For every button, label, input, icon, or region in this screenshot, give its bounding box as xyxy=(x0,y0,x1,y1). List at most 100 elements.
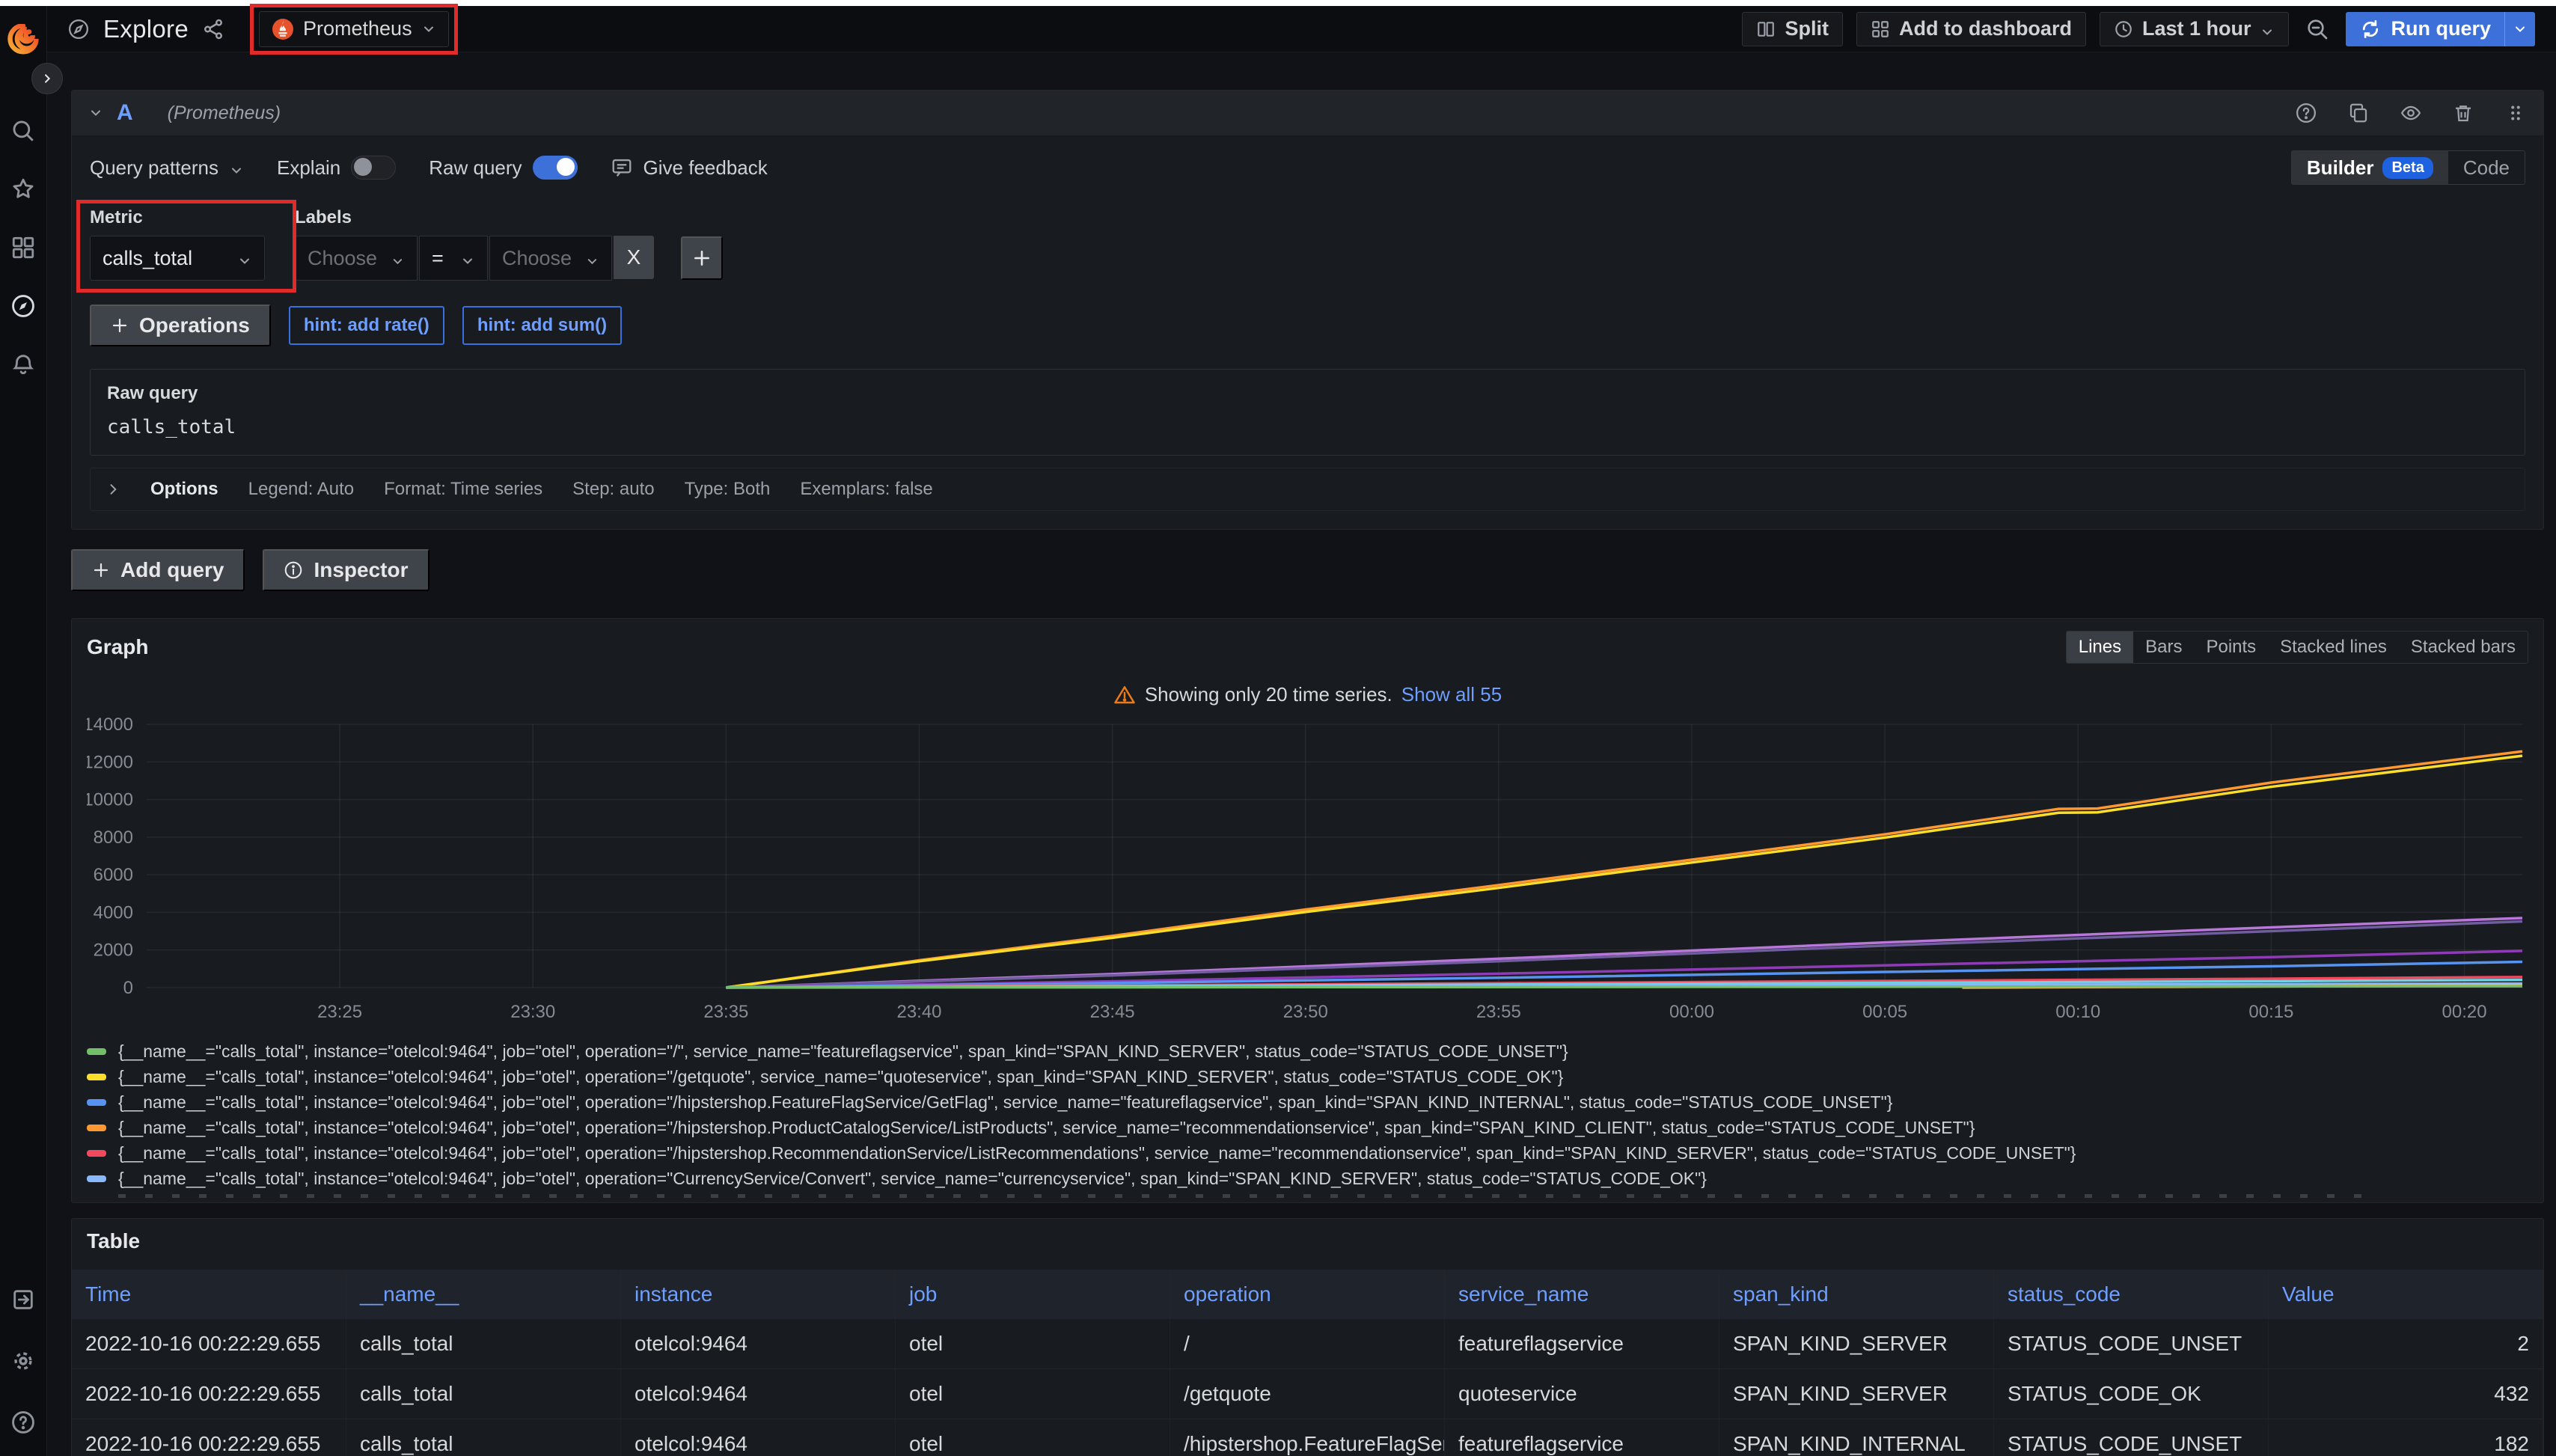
datasource-picker[interactable]: Prometheus xyxy=(259,11,449,47)
graph-mode-button[interactable]: Stacked lines xyxy=(2268,631,2399,663)
zoom-out-button[interactable] xyxy=(2302,12,2332,46)
legend-item[interactable]: {__name__="calls_total", instance="otelc… xyxy=(87,1039,2528,1064)
split-button[interactable]: Split xyxy=(1742,12,1843,46)
legend-item[interactable]: {__name__="calls_total", instance="otelc… xyxy=(87,1166,2528,1191)
graph-mode-button[interactable]: Points xyxy=(2194,631,2268,663)
share-alt-icon[interactable] xyxy=(202,18,224,40)
topbar-right: Split Add to dashboard Last 1 hour xyxy=(1742,12,2535,46)
table-row: 2022-10-16 00:22:29.655 calls_total otel… xyxy=(72,1319,2543,1369)
option-summary-item: Exemplars: false xyxy=(800,479,932,500)
remove-label-filter-button[interactable]: X xyxy=(614,236,654,279)
query-row-header[interactable]: A (Prometheus) xyxy=(72,91,2543,135)
comment-icon xyxy=(611,156,633,179)
run-query-button[interactable]: Run query xyxy=(2346,12,2535,46)
star-icon[interactable] xyxy=(10,177,36,202)
plus-icon xyxy=(111,316,129,334)
cell-service-name: featureflagservice xyxy=(1445,1419,1719,1456)
svg-text:14000: 14000 xyxy=(87,715,133,735)
drag-handle-icon[interactable] xyxy=(2504,102,2527,124)
label-operator-select[interactable]: = xyxy=(419,236,488,281)
label-operator: = xyxy=(432,247,444,270)
options-label: Options xyxy=(150,479,218,500)
table-column-header[interactable]: job xyxy=(896,1270,1170,1319)
graph-canvas[interactable]: 0200040006000800010000120001400023:2523:… xyxy=(87,714,2528,1028)
cell-service-name: featureflagservice xyxy=(1445,1319,1719,1368)
copy-icon[interactable] xyxy=(2347,102,2370,124)
cell-value: 182 xyxy=(2269,1419,2543,1456)
builder-mode-button[interactable]: Builder Beta xyxy=(2292,151,2448,184)
help-circle-icon[interactable] xyxy=(2295,102,2317,124)
metric-select[interactable]: calls_total xyxy=(90,236,265,281)
help-icon[interactable] xyxy=(10,1410,36,1435)
caret-down-icon xyxy=(2260,22,2275,37)
raw-query-toggle[interactable] xyxy=(533,156,578,180)
run-query-caret[interactable] xyxy=(2504,12,2535,46)
option-summary-item: Format: Time series xyxy=(384,479,542,500)
raw-query-section: Raw query calls_total xyxy=(90,369,2525,456)
legend-item-clipped xyxy=(118,1194,2364,1198)
legend-label: {__name__="calls_total", instance="otelc… xyxy=(118,1092,1892,1113)
option-summary-item: Step: auto xyxy=(572,479,654,500)
graph-mode-button[interactable]: Stacked bars xyxy=(2399,631,2528,663)
graph-panel-title: Graph xyxy=(87,635,148,659)
query-hint-button[interactable]: hint: add sum() xyxy=(462,306,622,345)
search-icon[interactable] xyxy=(10,118,36,144)
graph-mode-button[interactable]: Lines xyxy=(2067,631,2133,663)
eye-icon[interactable] xyxy=(2400,102,2422,124)
query-patterns-dropdown[interactable]: Query patterns xyxy=(90,156,244,180)
sidebar-nav xyxy=(10,118,36,377)
cell-span-kind: SPAN_KIND_INTERNAL xyxy=(1719,1419,1994,1456)
add-query-button[interactable]: Add query xyxy=(71,549,245,591)
chevron-down-icon[interactable] xyxy=(88,105,103,120)
label-value-select[interactable]: Choose xyxy=(489,236,612,281)
add-to-dashboard-label: Add to dashboard xyxy=(1899,17,2072,40)
topbar: Explore Prometheus xyxy=(46,6,2556,52)
explain-toggle[interactable] xyxy=(351,156,396,180)
add-to-dashboard-button[interactable]: Add to dashboard xyxy=(1856,12,2086,46)
operations-button[interactable]: Operations xyxy=(90,305,271,346)
bell-icon[interactable] xyxy=(10,352,36,377)
grafana-logo-icon[interactable] xyxy=(7,24,39,55)
table-column-header[interactable]: status_code xyxy=(1994,1270,2269,1319)
explore-compass-icon-small xyxy=(67,18,90,40)
run-query-main[interactable]: Run query xyxy=(2346,12,2504,46)
table-column-header[interactable]: operation xyxy=(1170,1270,1445,1319)
explore-compass-icon[interactable] xyxy=(10,293,36,319)
give-feedback-link[interactable]: Give feedback xyxy=(611,156,768,180)
table-column-header[interactable]: service_name xyxy=(1445,1270,1719,1319)
legend-item[interactable]: {__name__="calls_total", instance="otelc… xyxy=(87,1064,2528,1089)
options-collapsible-row[interactable]: Options Legend: AutoFormat: Time seriesS… xyxy=(90,468,2525,511)
code-mode-button[interactable]: Code xyxy=(2448,151,2525,184)
graph-legend: {__name__="calls_total", instance="otelc… xyxy=(87,1039,2528,1198)
table-column-header[interactable]: __name__ xyxy=(346,1270,621,1319)
legend-item[interactable]: {__name__="calls_total", instance="otelc… xyxy=(87,1115,2528,1140)
sidebar-bottom-nav xyxy=(10,1287,36,1435)
table-column-header[interactable]: span_kind xyxy=(1719,1270,1994,1319)
legend-item[interactable]: {__name__="calls_total", instance="otelc… xyxy=(87,1089,2528,1115)
split-label: Split xyxy=(1785,17,1829,40)
query-actions-row: Add query Inspector xyxy=(71,549,2544,591)
time-range-button[interactable]: Last 1 hour xyxy=(2100,12,2290,46)
inspector-button[interactable]: Inspector xyxy=(263,549,429,591)
cell-name: calls_total xyxy=(346,1419,621,1456)
caret-down-icon xyxy=(229,160,244,175)
apps-icon[interactable] xyxy=(10,235,36,260)
graph-mode-button[interactable]: Bars xyxy=(2133,631,2194,663)
query-hint-button[interactable]: hint: add rate() xyxy=(289,306,444,345)
legend-item[interactable]: {__name__="calls_total", instance="otelc… xyxy=(87,1140,2528,1166)
cell-service-name: quoteservice xyxy=(1445,1369,1719,1419)
table-column-header[interactable]: Value xyxy=(2269,1270,2543,1319)
query-header-actions xyxy=(2295,102,2527,124)
label-key-select[interactable]: Choose xyxy=(295,236,418,281)
add-label-filter-button[interactable] xyxy=(681,236,723,280)
trash-icon[interactable] xyxy=(2452,102,2474,124)
give-feedback-label: Give feedback xyxy=(643,156,768,180)
sidebar-expand-button[interactable] xyxy=(31,63,63,94)
show-all-series-link[interactable]: Show all 55 xyxy=(1401,683,1502,706)
code-label: Code xyxy=(2463,156,2510,180)
caret-down-icon xyxy=(585,251,599,266)
table-column-header[interactable]: Time xyxy=(72,1270,346,1319)
gear-icon[interactable] xyxy=(10,1348,36,1374)
table-column-header[interactable]: instance xyxy=(621,1270,896,1319)
sign-in-icon[interactable] xyxy=(10,1287,36,1312)
